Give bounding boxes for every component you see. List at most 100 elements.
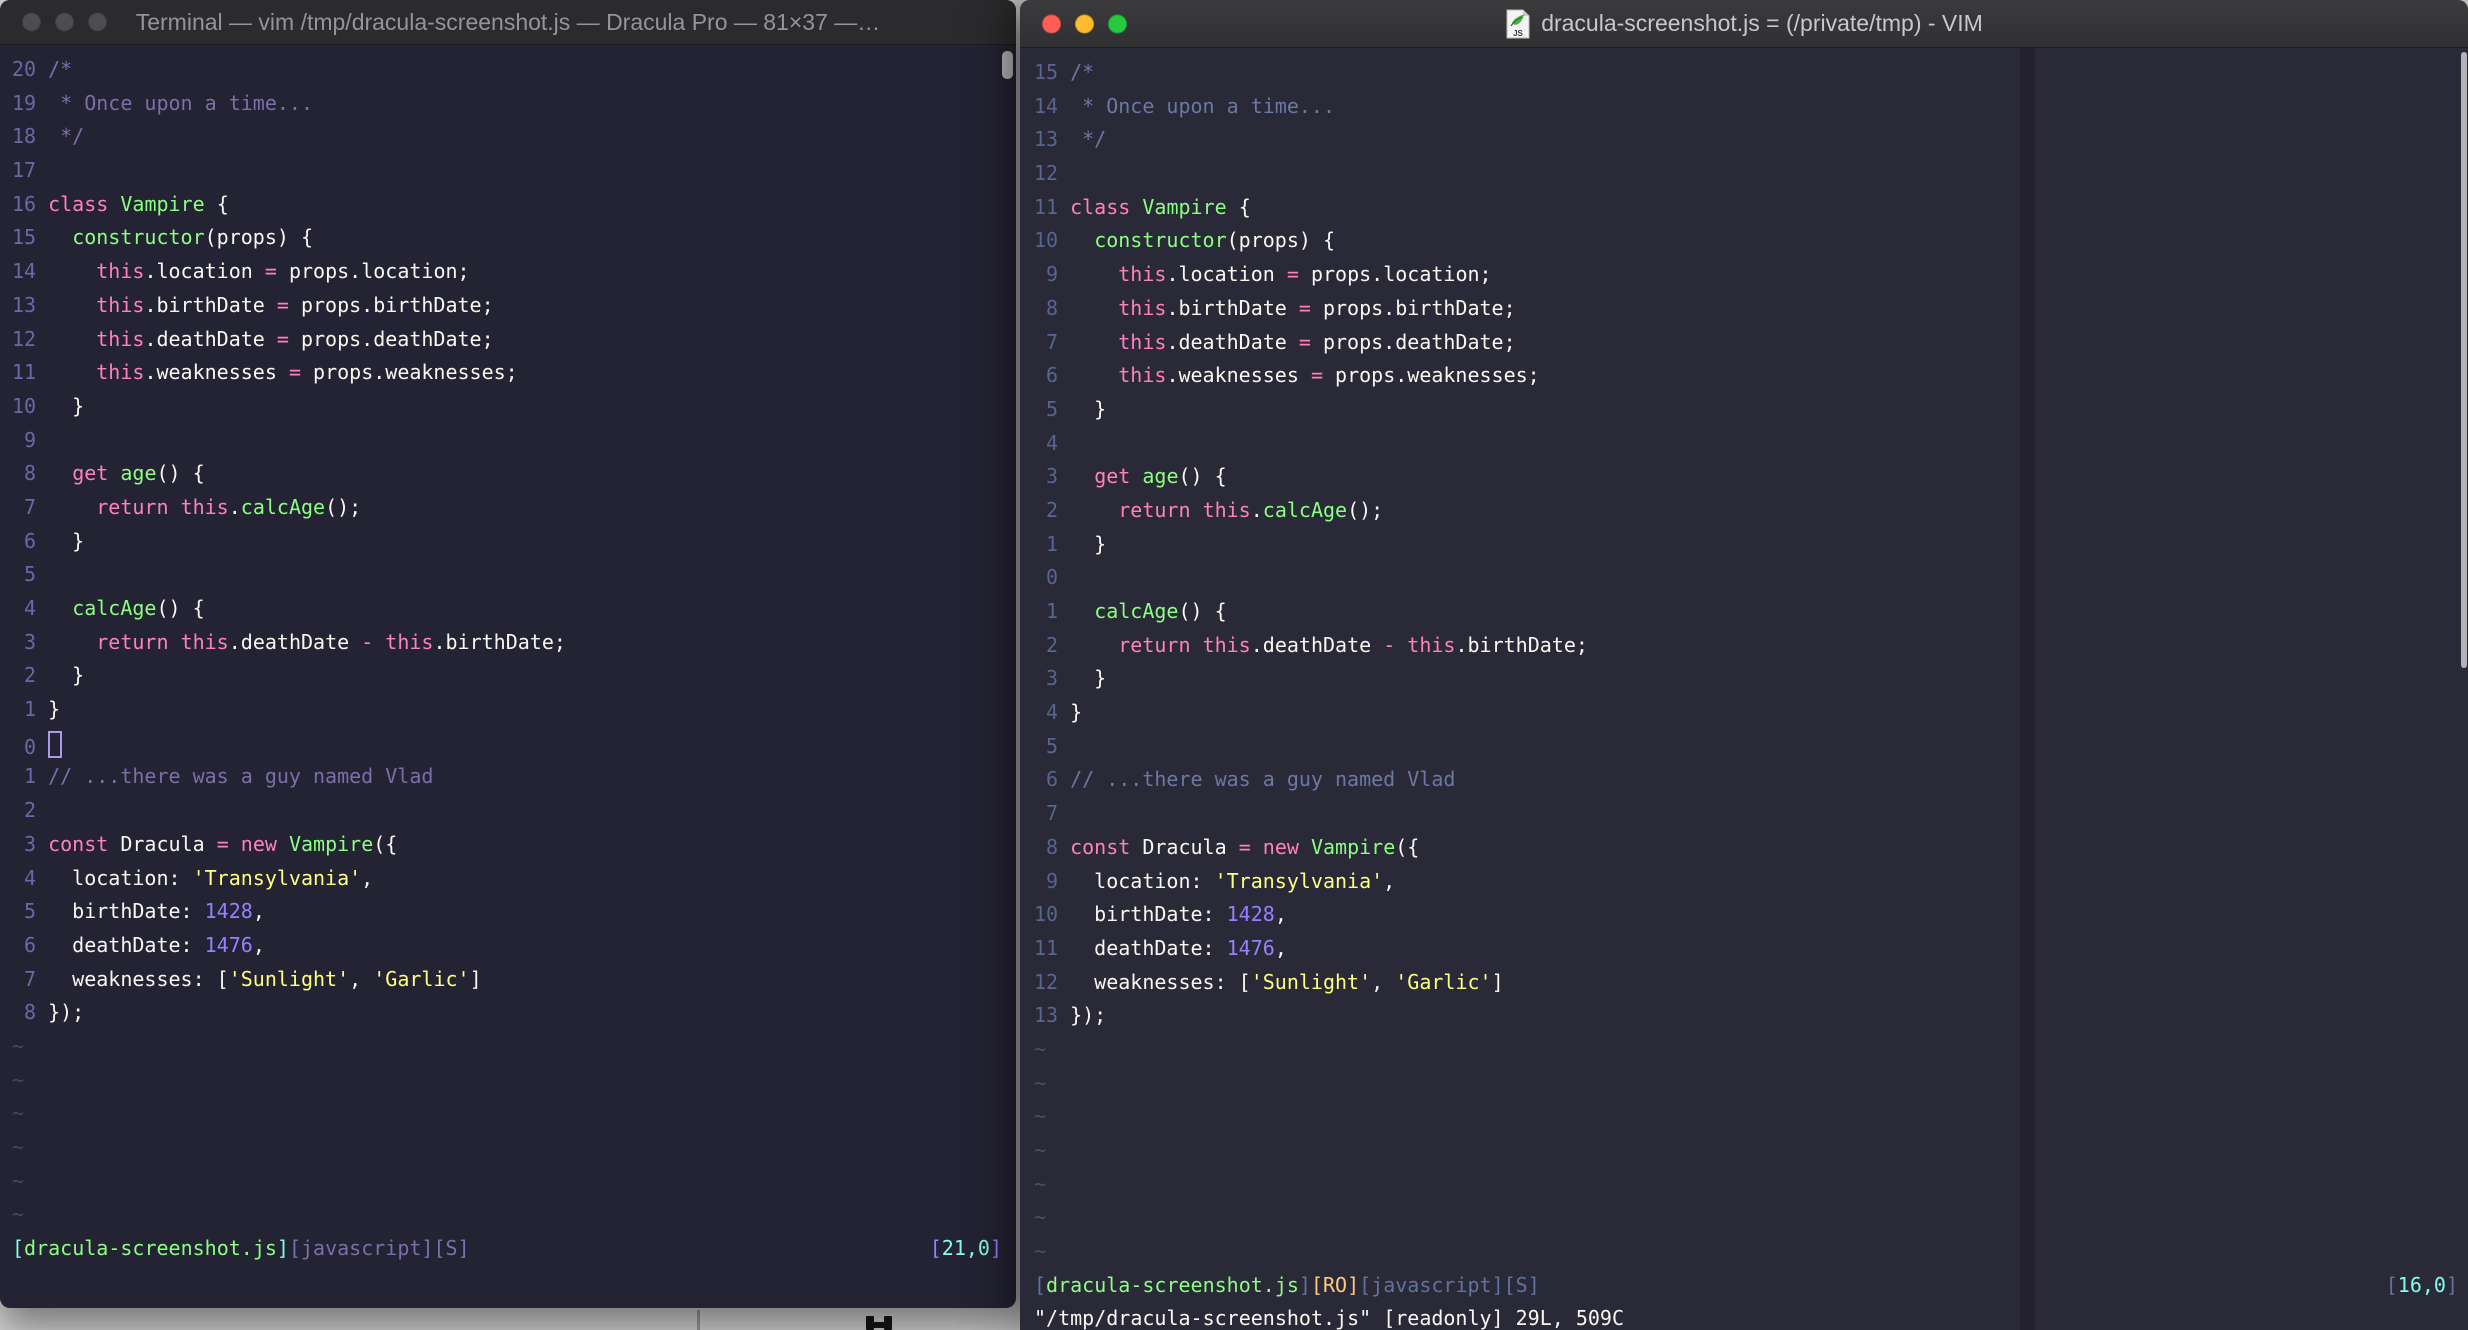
code-line: 10 birthDate: 1428,	[1034, 902, 1287, 927]
terminal-window[interactable]: Terminal — vim /tmp/dracula-screenshot.j…	[0, 0, 1016, 1308]
wallpaper-line	[697, 1310, 700, 1330]
scrollbar-thumb[interactable]	[2461, 52, 2467, 668]
code-line: 0	[12, 727, 1016, 761]
empty-line-tilde: ~	[1034, 1239, 1047, 1264]
code-line: 4	[1034, 430, 1059, 455]
code-line: 7	[1034, 801, 1059, 826]
code-line: 0	[1034, 565, 1059, 590]
text-area-edge	[2020, 48, 2035, 1330]
zoom-button[interactable]	[88, 12, 107, 32]
statusline-file-info: [dracula-screenshot.js][RO][javascript][…	[1034, 1272, 1540, 1297]
code-line: 13});	[1034, 1003, 1107, 1028]
code-line: 4 location: 'Transylvania',	[12, 865, 374, 890]
code-line: 6// ...there was a guy named Vlad	[1034, 767, 1456, 792]
empty-line-tilde: ~	[1034, 1171, 1047, 1196]
code-line: 12 this.deathDate = props.deathDate;	[12, 326, 494, 351]
traffic-lights	[1042, 14, 1127, 33]
code-line: 10 constructor(props) {	[1034, 228, 1336, 253]
code-line: 18 */	[12, 124, 85, 149]
code-line: 10 }	[12, 393, 85, 418]
code-line: 8});	[12, 1000, 85, 1025]
vim-statusline: [dracula-screenshot.js][RO][javascript][…	[1034, 1269, 2468, 1303]
empty-line-tilde: ~	[12, 1202, 25, 1227]
code-line: 17	[12, 158, 37, 183]
js-file-icon: JS	[1506, 9, 1530, 38]
code-line: 8 get age() {	[12, 461, 205, 486]
statusline-file-info: [dracula-screenshot.js][javascript][S]	[12, 1236, 470, 1261]
code-line: 3 }	[1034, 666, 1107, 691]
code-line: 15 constructor(props) {	[12, 225, 314, 250]
code-line: 1// ...there was a guy named Vlad	[12, 764, 434, 789]
minimize-button[interactable]	[1075, 14, 1094, 33]
desktop: Terminal — vim /tmp/dracula-screenshot.j…	[0, 0, 2468, 1330]
vim-content[interactable]: 20/* 19 * Once upon a time... 18 */ 17 16 cla…	[0, 45, 1016, 1308]
vim-buffer[interactable]: 15/* 14 * Once upon a time... 13 */ 12 11 cla…	[1034, 56, 2468, 1269]
empty-line-tilde: ~	[12, 1168, 25, 1193]
code-line: 11 deathDate: 1476,	[1034, 935, 1287, 960]
empty-line-tilde: ~	[12, 1033, 25, 1058]
code-line: 3 return this.deathDate - this.birthDate…	[12, 629, 566, 654]
window-title-text: dracula-screenshot.js = (/private/tmp) -…	[1541, 10, 1983, 36]
terminal-titlebar[interactable]: Terminal — vim /tmp/dracula-screenshot.j…	[0, 0, 1016, 45]
vim-cmdline	[12, 1266, 1016, 1300]
vim-buffer[interactable]: 20/* 19 * Once upon a time... 18 */ 17 16 cla…	[12, 53, 1016, 1232]
empty-line-tilde: ~	[1034, 1205, 1047, 1230]
code-line: 9 location: 'Transylvania',	[1034, 868, 1396, 893]
code-line: 5 }	[1034, 396, 1107, 421]
code-line: 7 return this.calcAge();	[12, 494, 362, 519]
code-line: 2	[12, 798, 37, 823]
code-line: 6 this.weaknesses = props.weaknesses;	[1034, 363, 1540, 388]
code-line: 3 get age() {	[1034, 464, 1227, 489]
statusline-position: [21,0]	[929, 1236, 1002, 1261]
code-line: 12 weaknesses: ['Sunlight', 'Garlic']	[1034, 969, 1504, 994]
empty-line-tilde: ~	[12, 1101, 25, 1126]
code-line: 5 birthDate: 1428,	[12, 899, 265, 924]
code-line: 4 calcAge() {	[12, 596, 205, 620]
code-line: 8 const Dracula = new Vampire({	[1034, 834, 1420, 859]
vim-content[interactable]: 15/* 14 * Once upon a time... 13 */ 12 11 cla…	[1020, 48, 2468, 1330]
code-line: 13 this.birthDate = props.birthDate;	[12, 292, 494, 317]
code-line: 5	[1034, 733, 1059, 758]
traffic-lights	[22, 12, 107, 32]
window-title-text: Terminal — vim /tmp/dracula-screenshot.j…	[135, 8, 881, 35]
scrollbar-thumb[interactable]	[1002, 51, 1013, 79]
code-line: 11 this.weaknesses = props.weaknesses;	[12, 360, 518, 385]
statusline-position: [16,0]	[2385, 1272, 2458, 1297]
close-button[interactable]	[22, 12, 41, 32]
code-line: 13 */	[1034, 127, 1107, 152]
code-line: 15/*	[1034, 60, 1095, 84]
code-line: 20/*	[12, 57, 73, 81]
wallpaper-glyph	[872, 1322, 892, 1328]
empty-line-tilde: ~	[1034, 1104, 1047, 1129]
macvim-window[interactable]: JS dracula-screenshot.js = (/private/tmp…	[1020, 0, 2468, 1330]
code-line: 8 this.birthDate = props.birthDate;	[1034, 295, 1516, 320]
empty-line-tilde: ~	[12, 1067, 25, 1092]
vim-cmdline: "/tmp/dracula-screenshot.js" [readonly] …	[1034, 1306, 1625, 1330]
vim-cursor	[48, 730, 63, 758]
code-line: 11 class Vampire {	[1034, 194, 1251, 219]
code-line: 9 this.location = props.location;	[1034, 262, 1492, 287]
code-line: 4}	[1034, 700, 1083, 725]
empty-line-tilde: ~	[1034, 1036, 1047, 1061]
zoom-button[interactable]	[1108, 14, 1127, 33]
code-line: 5	[12, 562, 37, 587]
close-button[interactable]	[1042, 14, 1061, 33]
code-line: 14 this.location = props.location;	[12, 259, 470, 284]
code-line: 1}	[12, 697, 61, 722]
macvim-titlebar[interactable]: JS dracula-screenshot.js = (/private/tmp…	[1020, 0, 2468, 48]
empty-line-tilde: ~	[1034, 1138, 1047, 1162]
code-line: 6 }	[12, 528, 85, 553]
svg-text:JS: JS	[1513, 29, 1523, 38]
empty-line-tilde: ~	[12, 1135, 25, 1159]
code-line: 9	[12, 427, 37, 452]
code-line: 19 * Once upon a time...	[12, 90, 313, 115]
code-line: 2 return this.calcAge();	[1034, 497, 1384, 522]
code-line: 2 }	[12, 663, 85, 688]
code-line: 1 calcAge() {	[1034, 599, 1227, 623]
code-line: 3 const Dracula = new Vampire({	[12, 831, 398, 856]
code-line: 1 }	[1034, 531, 1107, 556]
code-line: 7 weaknesses: ['Sunlight', 'Garlic']	[12, 966, 482, 991]
vim-statusline: [dracula-screenshot.js][javascript][S] […	[12, 1232, 1016, 1266]
window-title: Terminal — vim /tmp/dracula-screenshot.j…	[0, 9, 1016, 36]
minimize-button[interactable]	[55, 12, 74, 32]
